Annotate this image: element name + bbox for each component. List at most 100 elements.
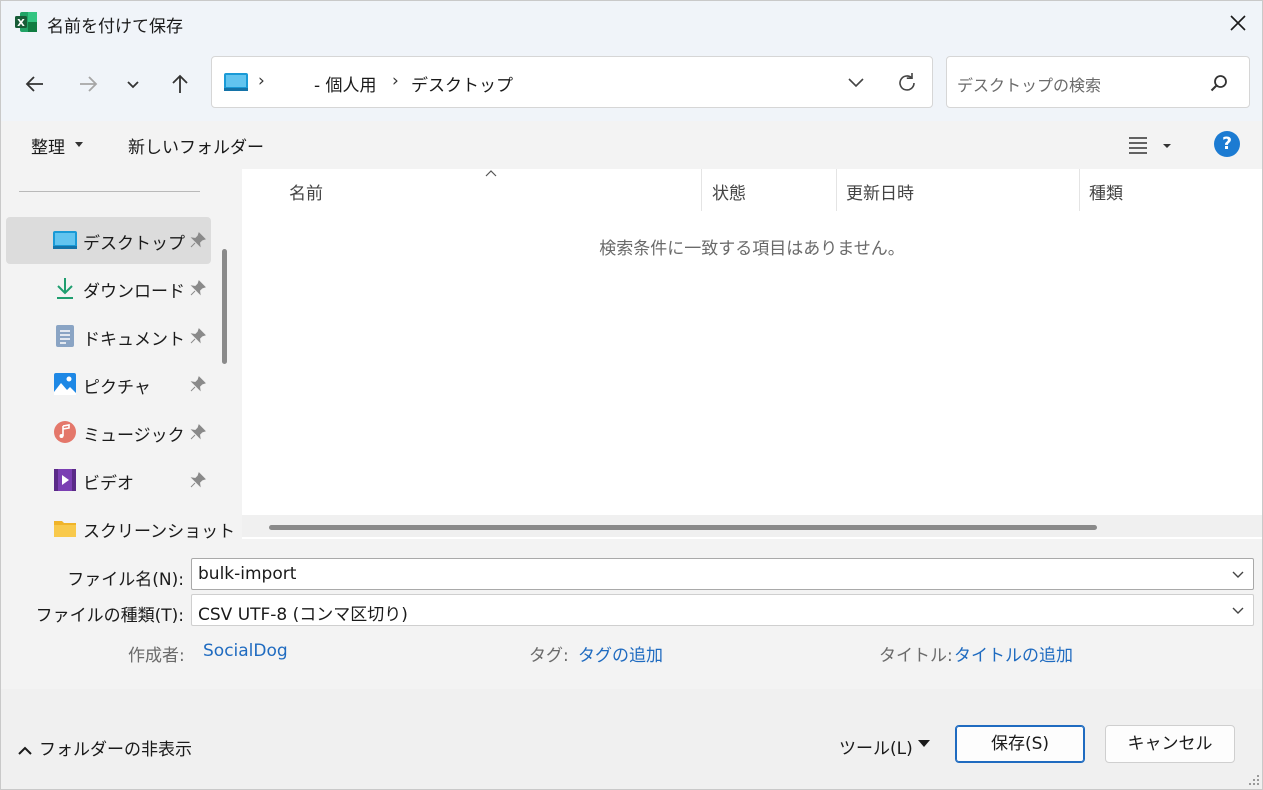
pin-icon [190,472,206,488]
file-list: 名前 状態 更新日時 種類 検索条件に一致する項目はありません。 [242,169,1262,539]
pin-icon [190,280,206,296]
sort-ascending-icon [485,170,497,177]
hide-folders-toggle[interactable]: フォルダーの非表示 [17,735,192,760]
desktop-folder-icon [224,73,248,91]
tags-label: タグ: [529,646,569,666]
chevron-down-icon [127,81,139,89]
pin-icon [190,424,206,440]
refresh-icon [899,73,915,91]
hide-folders-label: フォルダーの非表示 [39,740,192,760]
navpane-divider [19,191,200,192]
close-icon [1230,15,1246,31]
view-options-button[interactable] [1127,132,1177,158]
download-icon [53,276,77,300]
author-value[interactable]: SocialDog [203,641,288,661]
refresh-button[interactable] [894,70,920,96]
title-bar: X 名前を付けて保存 [1,1,1262,45]
chevron-down-icon[interactable] [1231,567,1245,581]
breadcrumb-item-personal[interactable]: - 個人用 [314,71,377,96]
search-icon[interactable] [1209,73,1229,93]
svg-text:X: X [17,18,25,29]
chevron-down-icon [1232,607,1244,614]
organize-menu[interactable]: 整理 [31,133,65,158]
chevron-down-icon [848,78,864,88]
breadcrumb-separator: › [392,71,399,91]
address-bar[interactable]: › - 個人用 › デスクトップ [211,56,933,108]
column-header-type[interactable]: 種類 [1089,179,1123,204]
back-arrow-icon [25,76,43,92]
sidebar-item-documents[interactable]: ドキュメント [6,313,211,360]
dialog-title: 名前を付けて保存 [47,17,183,37]
close-button[interactable] [1223,7,1253,39]
sidebar-item-label: ピクチャ [83,378,151,398]
empty-message: 検索条件に一致する項目はありません。 [599,239,905,259]
forward-button[interactable] [71,67,105,101]
filetype-value: CSV UTF-8 (コンマ区切り) [198,605,408,625]
chevron-up-icon [18,746,32,755]
column-header-modified[interactable]: 更新日時 [846,179,914,204]
filetype-label: ファイルの種類(T): [35,606,184,626]
resize-grip-icon[interactable] [1246,773,1260,787]
command-bar: 整理 新しいフォルダー ? [1,121,1262,169]
breadcrumb-item-desktop[interactable]: デスクトップ [411,71,513,96]
search-input[interactable]: デスクトップの検索 [946,56,1250,108]
sidebar-item-label: ドキュメント [83,330,185,350]
column-divider[interactable] [701,169,702,211]
breadcrumb-separator: › [258,71,265,91]
forward-arrow-icon [80,76,98,92]
add-title-link[interactable]: タイトルの追加 [954,641,1073,666]
sidebar-item-label: ミュージック [83,426,185,446]
up-arrow-icon [172,74,188,93]
document-icon [53,324,77,348]
filename-field[interactable]: bulk-import [191,558,1254,590]
add-tag-link[interactable]: タグの追加 [578,641,663,666]
sidebar-item-music[interactable]: ミュージック [6,409,211,456]
scrollbar-thumb[interactable] [269,525,1097,530]
sidebar-item-label: ビデオ [83,474,134,494]
sidebar-item-screenshots[interactable]: スクリーンショット [6,505,235,539]
save-button[interactable]: 保存(S) [955,725,1085,763]
list-view-icon [1129,137,1171,154]
navigation-pane: デスクトップ ダウンロード ドキュメント ピクチャ ミュージック ビデオ スクリ… [1,169,237,539]
navigation-bar: › - 個人用 › デスクトップ デスクトップの検索 [1,45,1262,121]
help-button[interactable]: ? [1214,131,1240,157]
new-folder-button[interactable]: 新しいフォルダー [128,133,264,158]
author-label: 作成者: [128,646,185,666]
column-divider[interactable] [836,169,837,211]
navpane-scrollbar[interactable] [222,249,227,364]
title-label: タイトル: [879,646,953,666]
desktop-icon [53,228,77,252]
sidebar-item-label: ダウンロード [83,282,185,302]
pictures-icon [53,372,77,396]
caret-down-icon[interactable] [918,740,930,747]
pin-icon [190,376,206,392]
folder-icon [53,516,77,539]
filetype-select[interactable]: CSV UTF-8 (コンマ区切り) [191,594,1254,626]
save-form: ファイル名(N): bulk-import ファイルの種類(T): CSV UT… [1,539,1262,689]
address-history-dropdown[interactable] [844,71,868,95]
search-placeholder: デスクトップの検索 [957,76,1102,95]
sidebar-item-pictures[interactable]: ピクチャ [6,361,211,408]
recent-locations-button[interactable] [116,67,150,101]
excel-icon: X [14,11,38,33]
column-header-name[interactable]: 名前 [289,179,323,204]
cancel-button[interactable]: キャンセル [1105,725,1235,763]
sidebar-item-label: デスクトップ [83,234,185,254]
music-icon [53,420,77,444]
sidebar-item-videos[interactable]: ビデオ [6,457,211,504]
up-button[interactable] [163,67,197,101]
pin-icon [190,328,206,344]
dialog-footer: フォルダーの非表示 ツール(L) 保存(S) キャンセル [1,689,1262,789]
sidebar-item-label: スクリーンショット [83,522,236,539]
column-header-status[interactable]: 状態 [712,179,746,204]
pin-icon [190,232,206,248]
tools-menu[interactable]: ツール(L) [839,734,913,759]
horizontal-scrollbar[interactable] [242,515,1262,537]
sidebar-item-desktop[interactable]: デスクトップ [6,217,211,264]
filename-value: bulk-import [198,564,297,584]
caret-down-icon [75,142,83,147]
sidebar-item-downloads[interactable]: ダウンロード [6,265,211,312]
back-button[interactable] [18,67,52,101]
column-divider[interactable] [1079,169,1080,211]
filename-label: ファイル名(N): [67,570,184,590]
